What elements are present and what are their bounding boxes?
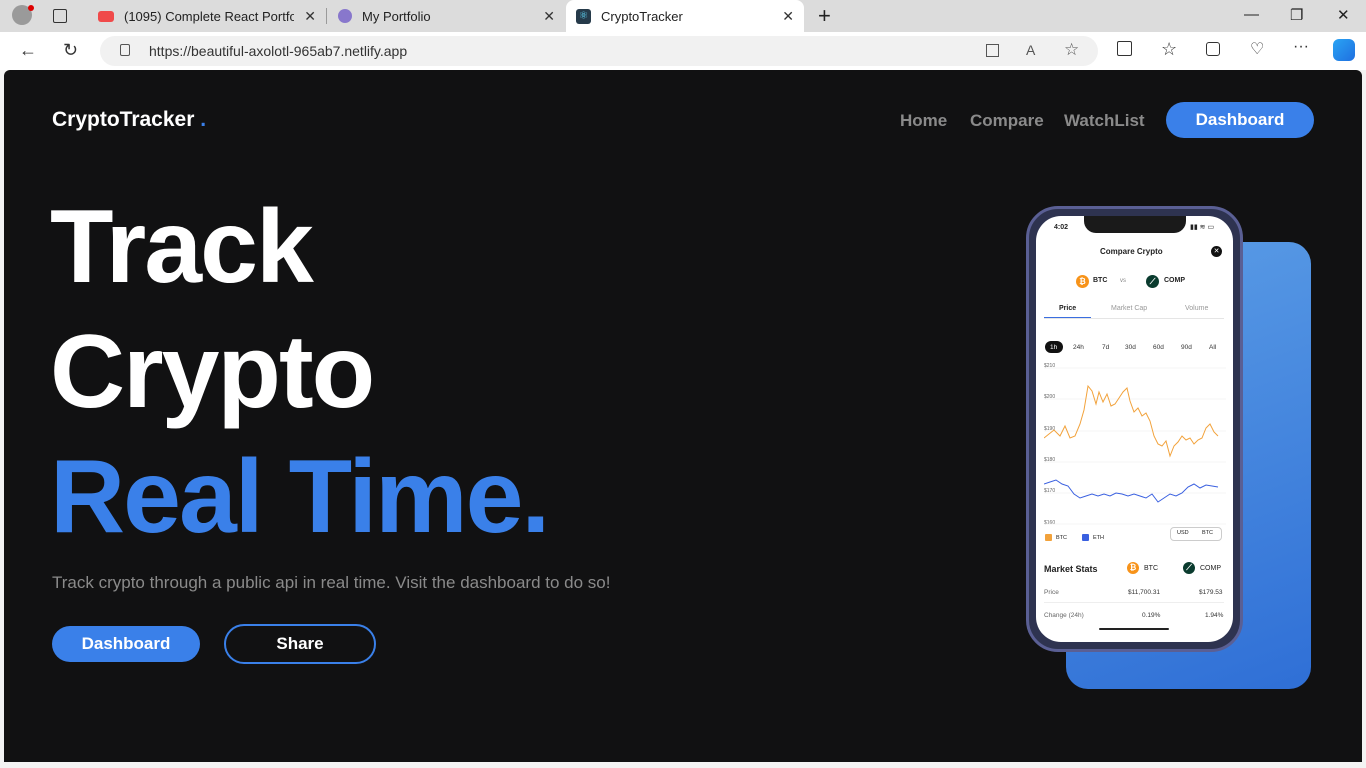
btc-line xyxy=(1044,384,1219,458)
tab-portfolio[interactable]: My Portfolio ✕ xyxy=(327,0,565,32)
youtube-icon xyxy=(98,10,114,22)
share-button[interactable]: Share xyxy=(224,624,376,664)
favorite-star-icon[interactable]: ☆ xyxy=(1064,40,1079,60)
stat-value-b: $179.53 xyxy=(1199,589,1223,596)
refresh-icon[interactable]: ↻ xyxy=(63,40,78,61)
close-icon[interactable]: ✕ xyxy=(304,8,316,25)
close-window-icon[interactable]: ✕ xyxy=(1337,6,1350,24)
stats-coin-b: COMP xyxy=(1200,565,1221,572)
close-icon[interactable]: ✕ xyxy=(1211,246,1222,257)
currency-btc[interactable]: BTC xyxy=(1202,530,1213,536)
notification-dot-icon xyxy=(28,5,34,11)
range-all[interactable]: All xyxy=(1209,344,1216,351)
eth-checkbox[interactable] xyxy=(1082,534,1089,541)
dashboard-button[interactable]: Dashboard xyxy=(52,626,200,662)
tab-actions-icon[interactable] xyxy=(53,9,67,23)
url-text: https://beautiful-axolotl-965ab7.netlify… xyxy=(149,43,408,59)
tab-title: CryptoTracker xyxy=(601,8,683,24)
portfolio-icon xyxy=(338,9,352,23)
phone-mockup: 4:02 ▮▮ ≋ ▭ Compare Crypto ✕ ₿ BTC vs ⟋ … xyxy=(1026,206,1243,652)
close-icon[interactable]: ✕ xyxy=(782,8,794,25)
range-24h[interactable]: 24h xyxy=(1073,344,1084,351)
close-icon[interactable]: ✕ xyxy=(543,8,555,25)
phone-time: 4:02 xyxy=(1054,224,1069,231)
coin-a-label: BTC xyxy=(1093,277,1108,284)
restore-icon[interactable]: ❐ xyxy=(1290,6,1303,24)
vs-label: vs xyxy=(1120,278,1126,284)
tab-price[interactable]: Price xyxy=(1059,305,1076,312)
phone-screen: 4:02 ▮▮ ≋ ▭ Compare Crypto ✕ ₿ BTC vs ⟋ … xyxy=(1036,216,1233,642)
stat-value-a: 0.19% xyxy=(1142,612,1161,619)
bitcoin-icon: ₿ xyxy=(1127,562,1139,574)
minimize-icon[interactable]: — xyxy=(1244,6,1259,23)
legend-eth: ETH xyxy=(1093,535,1104,541)
more-icon[interactable]: ··· xyxy=(1293,38,1309,56)
back-icon[interactable]: ← xyxy=(19,40,37,61)
logo-text: CryptoTracker xyxy=(52,108,195,131)
site-logo[interactable]: CryptoTracker . xyxy=(52,108,206,132)
nav-home[interactable]: Home xyxy=(900,111,947,131)
tabs-divider xyxy=(1044,318,1224,319)
btc-checkbox[interactable] xyxy=(1045,534,1052,541)
read-aloud-icon[interactable]: A xyxy=(1026,42,1035,58)
nav-compare[interactable]: Compare xyxy=(970,111,1044,131)
lock-icon xyxy=(120,44,130,56)
favorites-icon[interactable]: ☆ xyxy=(1161,39,1177,60)
eth-line xyxy=(1044,479,1219,503)
range-60d[interactable]: 60d xyxy=(1153,344,1164,351)
hero-line-3: Real Time. xyxy=(50,439,550,555)
url-field[interactable]: https://beautiful-axolotl-965ab7.netlify… xyxy=(100,36,1098,66)
hero-line-1: Track xyxy=(50,189,314,305)
range-90d[interactable]: 90d xyxy=(1181,344,1192,351)
tab-title: (1095) Complete React Portfolio xyxy=(124,8,294,24)
home-indicator xyxy=(1099,628,1169,630)
coin-b-label: COMP xyxy=(1164,277,1185,284)
apps-icon[interactable] xyxy=(986,44,999,57)
bitcoin-icon: ₿ xyxy=(1076,275,1089,288)
tab-cryptotracker[interactable]: ⚛ CryptoTracker ✕ xyxy=(566,0,804,32)
browser-essentials-icon[interactable]: ♡ xyxy=(1250,39,1264,59)
tab-youtube[interactable]: (1095) Complete React Portfolio ✕ xyxy=(88,0,326,32)
stat-value-b: 1.94% xyxy=(1205,612,1224,619)
stat-label: Change (24h) xyxy=(1044,612,1084,619)
compound-icon: ⟋ xyxy=(1146,275,1159,288)
logo-dot: . xyxy=(200,108,207,131)
stat-value-a: $11,700.31 xyxy=(1128,589,1161,596)
phone-notch xyxy=(1084,216,1186,233)
legend-btc: BTC xyxy=(1056,535,1067,541)
range-7d[interactable]: 7d xyxy=(1102,344,1109,351)
market-stats-title: Market Stats xyxy=(1044,564,1098,574)
nav-watchlist[interactable]: WatchList xyxy=(1064,111,1145,131)
stats-divider xyxy=(1044,602,1224,603)
hero-subtitle: Track crypto through a public api in rea… xyxy=(52,573,611,592)
range-1h[interactable]: 1h xyxy=(1050,344,1057,351)
address-bar: ← ↻ https://beautiful-axolotl-965ab7.net… xyxy=(0,32,1366,70)
price-chart xyxy=(1044,367,1226,525)
signal-icon: ▮▮ ≋ ▭ xyxy=(1190,224,1215,231)
compare-title: Compare Crypto xyxy=(1100,247,1163,256)
collections-icon[interactable] xyxy=(1206,42,1220,56)
react-icon: ⚛ xyxy=(576,8,591,24)
hero-line-2: Crypto xyxy=(50,314,375,430)
tab-title: My Portfolio xyxy=(362,8,431,24)
new-tab-button[interactable]: + xyxy=(818,3,831,29)
split-screen-icon[interactable] xyxy=(1117,41,1132,56)
stats-coin-a: BTC xyxy=(1144,565,1158,572)
nav-dashboard-button[interactable]: Dashboard xyxy=(1166,102,1314,138)
copilot-icon[interactable] xyxy=(1333,39,1355,61)
compound-icon: ⟋ xyxy=(1183,562,1195,574)
currency-usd[interactable]: USD xyxy=(1177,530,1189,536)
stat-label: Price xyxy=(1044,589,1059,596)
browser-tab-bar: (1095) Complete React Portfolio ✕ My Por… xyxy=(0,0,1366,32)
page-content: CryptoTracker . Home Compare WatchList D… xyxy=(4,70,1362,762)
tab-market-cap[interactable]: Market Cap xyxy=(1111,305,1147,312)
range-30d[interactable]: 30d xyxy=(1125,344,1136,351)
tab-volume[interactable]: Volume xyxy=(1185,305,1208,312)
